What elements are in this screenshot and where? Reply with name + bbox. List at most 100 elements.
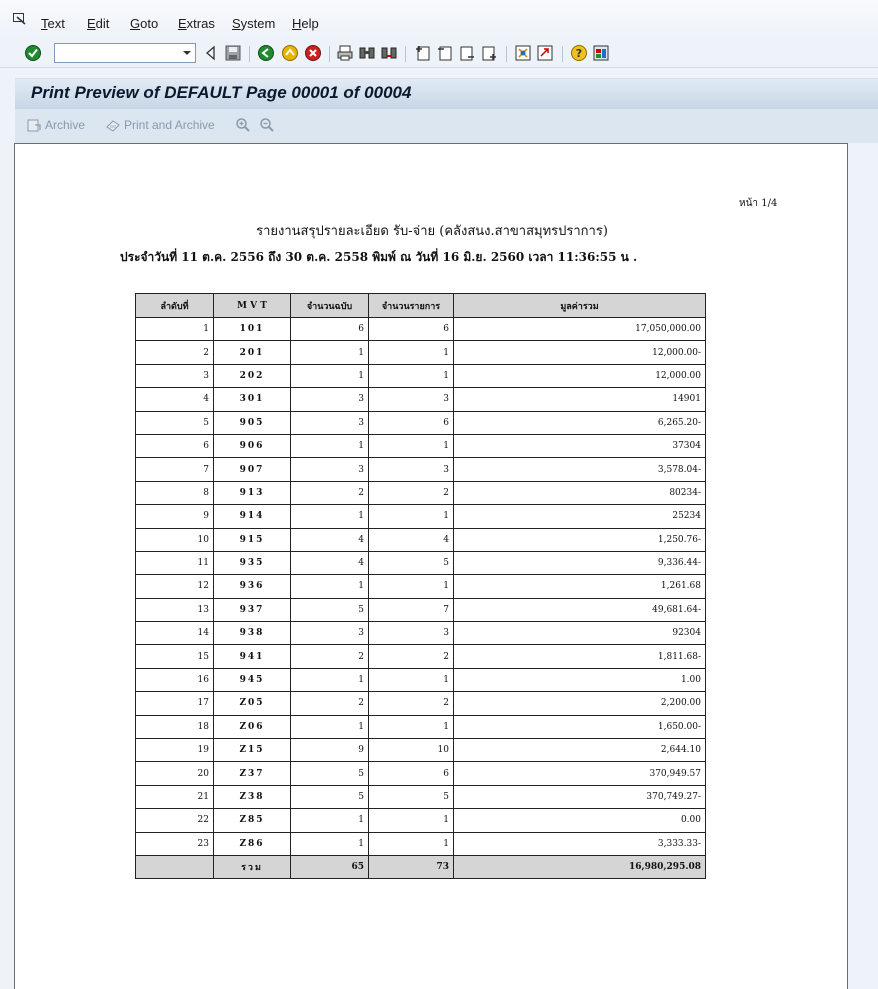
cell-mvt: 905 (213, 410, 291, 435)
svg-text:?: ? (576, 47, 582, 60)
cell-mvt: 945 (213, 667, 291, 693)
cell-amount: 80234- (453, 480, 706, 506)
cell-items: 3 (368, 387, 454, 412)
save-icon[interactable] (224, 44, 242, 62)
cell-amount: 9,336.44- (453, 550, 706, 576)
cell-items: 1 (368, 574, 454, 599)
cell-seq: 18 (135, 714, 214, 740)
print-archive-icon (106, 120, 120, 132)
cell-seq: 16 (135, 667, 214, 693)
print-and-archive-button[interactable]: Print and Archive (105, 117, 215, 133)
total-cell-mvt: รวม (213, 854, 291, 880)
cell-amount: 1.00 (453, 667, 706, 693)
cell-amount: 12,000.00- (453, 340, 706, 365)
table-row: 8 913 2 2 80234- (135, 480, 706, 506)
cell-docs: 3 (290, 621, 369, 646)
zoom-in-button[interactable] (235, 117, 251, 133)
help-icon[interactable]: ? (570, 44, 588, 62)
cell-docs: 1 (290, 667, 369, 693)
cell-items: 1 (368, 504, 454, 529)
table-row: 23 Z86 1 1 3,333.33- (135, 831, 706, 856)
menu-extras[interactable]: Extras (178, 16, 215, 31)
enter-check-icon[interactable] (24, 44, 42, 62)
cell-mvt: 938 (213, 621, 291, 646)
table-row: 16 945 1 1 1.00 (135, 667, 706, 693)
back-icon[interactable] (257, 44, 275, 62)
cell-seq: 1 (135, 316, 214, 342)
col-seq-header: ลำดับที่ (135, 293, 214, 318)
menu-edit[interactable]: Edit (87, 16, 109, 31)
cell-mvt: 301 (213, 387, 291, 412)
next-page-icon[interactable] (458, 44, 476, 62)
cell-docs: 1 (290, 504, 369, 529)
cell-seq: 11 (135, 550, 214, 576)
archive-button[interactable]: Archive (26, 117, 85, 133)
cell-mvt: 101 (213, 316, 291, 342)
cell-items: 5 (368, 550, 454, 576)
shortcut-icon[interactable] (536, 44, 554, 62)
menu-goto[interactable]: Goto (130, 16, 158, 31)
cell-amount: 370,749.27- (453, 784, 706, 810)
cell-docs: 3 (290, 410, 369, 435)
command-input[interactable] (55, 46, 175, 64)
cell-docs: 1 (290, 714, 369, 740)
exit-icon[interactable] (281, 44, 299, 62)
first-page-icon[interactable] (414, 44, 432, 62)
menu-bar: Text Edit Goto Extras System Help (0, 0, 878, 38)
zoom-out-button[interactable] (259, 117, 275, 133)
cell-seq: 14 (135, 621, 214, 646)
menu-text[interactable]: Text (41, 16, 65, 31)
cell-seq: 22 (135, 808, 214, 833)
table-row: 2 201 1 1 12,000.00- (135, 340, 706, 365)
find-icon[interactable] (358, 44, 376, 62)
cell-amount: 12,000.00 (453, 363, 706, 389)
cell-docs: 1 (290, 808, 369, 833)
table-row: 10 915 4 4 1,250.76- (135, 527, 706, 552)
previous-page-icon[interactable] (436, 44, 454, 62)
cell-docs: 1 (290, 574, 369, 599)
cell-mvt: 202 (213, 363, 291, 389)
menu-system[interactable]: System (232, 16, 275, 31)
cell-items: 3 (368, 621, 454, 646)
layout-menu-icon[interactable] (592, 44, 610, 62)
chevron-down-icon[interactable] (181, 47, 193, 59)
cell-mvt: 913 (213, 480, 291, 506)
table-row: 19 Z15 9 10 2,644.10 (135, 738, 706, 763)
cell-seq: 6 (135, 433, 214, 459)
cell-items: 1 (368, 808, 454, 833)
page-number: หน้า 1/4 (739, 198, 778, 209)
cell-items: 1 (368, 667, 454, 693)
window-menu-icon[interactable] (13, 13, 27, 25)
cell-items: 10 (368, 738, 454, 763)
cell-items: 1 (368, 433, 454, 459)
cell-mvt: 935 (213, 550, 291, 576)
cell-amount: 2,200.00 (453, 691, 706, 716)
cell-seq: 5 (135, 410, 214, 435)
cell-amount: 2,644.10 (453, 738, 706, 763)
cell-docs: 2 (290, 480, 369, 506)
cancel-icon[interactable] (304, 44, 322, 62)
print-icon[interactable] (336, 44, 354, 62)
table-row: 1 101 6 6 17,050,000.00 (135, 316, 706, 342)
collapse-arrow-icon[interactable] (202, 44, 220, 62)
cell-mvt: 907 (213, 457, 291, 482)
cell-amount: 1,261.68 (453, 574, 706, 599)
zoom-out-icon (260, 118, 274, 132)
command-field[interactable] (54, 43, 196, 64)
cell-amount: 25234 (453, 504, 706, 529)
cell-amount: 0.00 (453, 808, 706, 833)
cell-amount: 92304 (453, 621, 706, 646)
cell-docs: 2 (290, 691, 369, 716)
table-row: 9 914 1 1 25234 (135, 504, 706, 529)
cell-mvt: 914 (213, 504, 291, 529)
find-next-icon[interactable] (380, 44, 398, 62)
new-session-icon[interactable] (514, 44, 532, 62)
menu-help[interactable]: Help (292, 16, 319, 31)
cell-amount: 6,265.20- (453, 410, 706, 435)
cell-items: 6 (368, 761, 454, 786)
last-page-icon[interactable] (480, 44, 498, 62)
table-row: 12 936 1 1 1,261.68 (135, 574, 706, 599)
toolbar-separator (562, 46, 563, 62)
table-row: 18 Z06 1 1 1,650.00- (135, 714, 706, 740)
cell-docs: 6 (290, 316, 369, 342)
